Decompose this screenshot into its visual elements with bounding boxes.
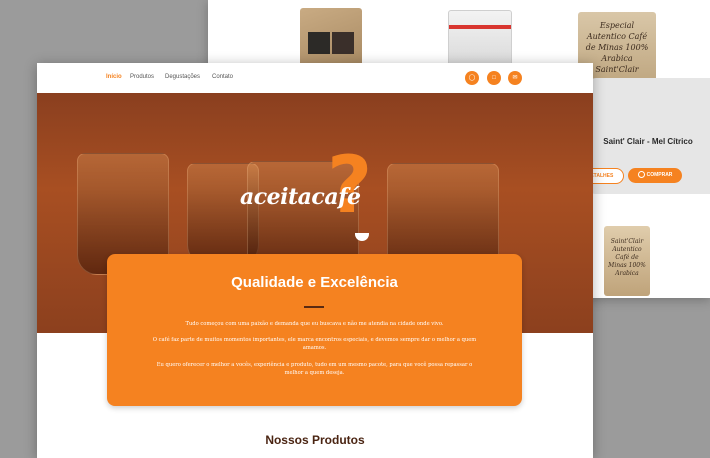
instagram-icon[interactable]: □ — [487, 71, 501, 85]
buy-button-label: COMPRAR — [646, 172, 673, 178]
product-bag-white[interactable] — [448, 10, 512, 68]
quality-banner: Qualidade e Excelência Tudo começou com … — [107, 254, 522, 406]
logo-text-2: café — [311, 184, 361, 210]
product-card: Saint' Clair - Mel Cítrico DETALHES COMP… — [576, 78, 710, 194]
bag-stripe — [449, 25, 511, 29]
nav-inicio[interactable]: Início — [106, 74, 122, 80]
nav-produtos[interactable]: Produtos — [130, 74, 154, 80]
banner-title: Qualidade e Excelência — [231, 274, 398, 291]
logo-text-1: aceita — [240, 184, 312, 210]
banner-paragraph-1: Tudo começou com uma paixão e demanda qu… — [185, 321, 444, 327]
products-section-title: Nossos Produtos — [265, 433, 365, 447]
banner-paragraph-2: O café faz parte de muitos momentos impo… — [152, 337, 477, 351]
bag-text: Saint'Clair Autentico Café de Minas 100%… — [608, 238, 646, 277]
buy-button[interactable]: COMPRAR — [628, 168, 682, 183]
email-icon[interactable]: ✉ — [508, 71, 522, 85]
nav-degustacoes[interactable]: Degustações — [165, 74, 200, 80]
nav-contato[interactable]: Contato — [212, 74, 233, 80]
bag-label — [308, 32, 330, 54]
product-bag-kraft[interactable] — [300, 8, 362, 66]
banner-paragraph-3: Eu quero oferecer o melhor a vocês, expe… — [156, 362, 473, 376]
bag-label — [332, 32, 354, 54]
logo-cup-icon — [355, 233, 369, 241]
product-bag-saint-clair-small[interactable]: Saint'Clair Autentico Café de Minas 100%… — [604, 226, 650, 296]
bag-text: Especial Autentico Café de Minas 100% Ar… — [585, 21, 649, 74]
main-landing-page: Início Produtos Degustações Contato ◯ □ … — [37, 63, 593, 458]
whatsapp-icon — [637, 171, 645, 179]
banner-divider — [304, 306, 324, 308]
top-navigation: Início Produtos Degustações Contato ◯ □ … — [37, 63, 593, 93]
aceitacafe-logo: aceitacafé — [240, 184, 361, 210]
product-name: Saint' Clair - Mel Cítrico — [603, 137, 693, 146]
whatsapp-icon[interactable]: ◯ — [465, 71, 479, 85]
